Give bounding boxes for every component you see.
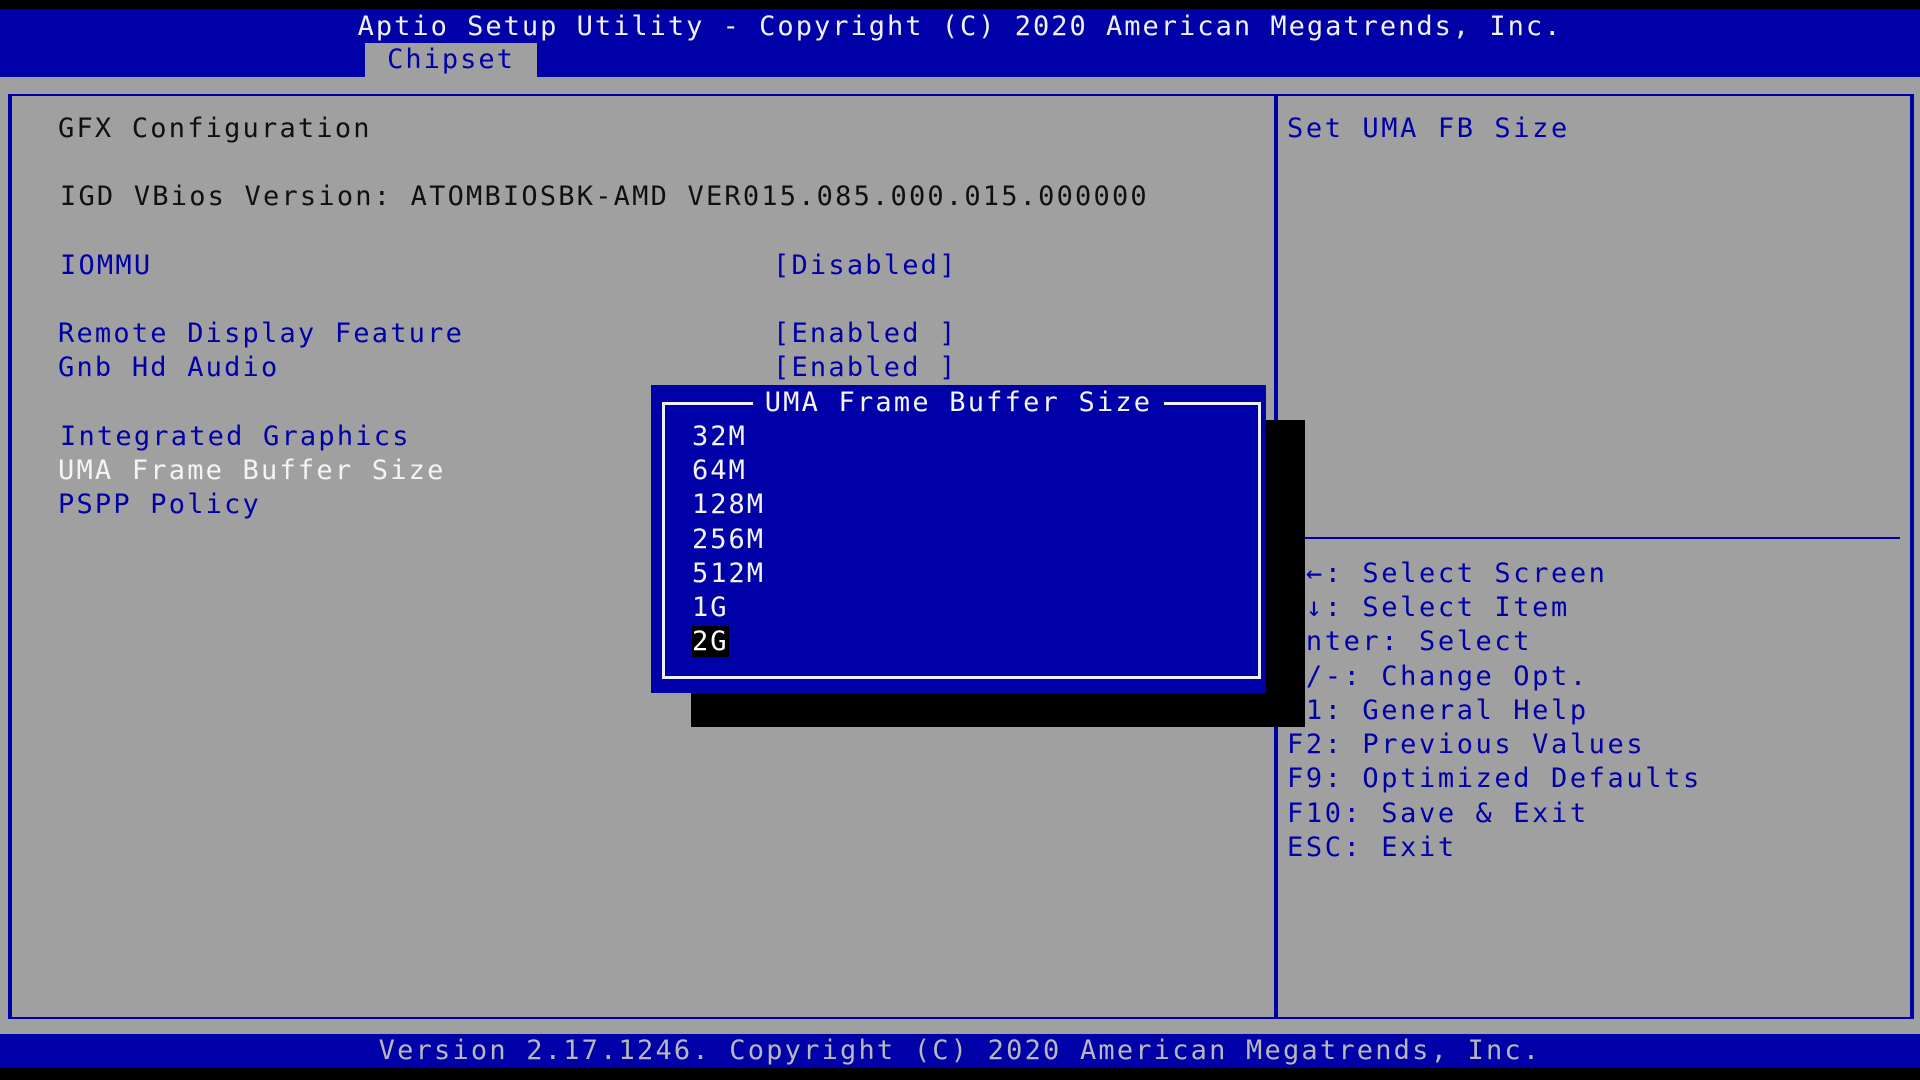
setting-integrated-graphics[interactable]: Integrated Graphics [60,420,411,454]
option-2g-selected[interactable]: 2G [692,625,729,659]
setting-gnb-hd-audio[interactable]: Gnb Hd Audio [58,351,279,385]
help-key-select-item: ↑↓: Select Item [1287,592,1570,623]
vbios-version-info: IGD VBios Version: ATOMBIOSBK-AMD VER015… [60,181,1149,212]
help-key-f10: F10: Save & Exit [1287,798,1589,829]
footer-version: Version 2.17.1246. Copyright (C) 2020 Am… [378,1035,1542,1066]
help-description: Set UMA FB Size [1287,113,1570,144]
help-key-f9: F9: Optimized Defaults [1287,763,1702,794]
help-key-select-screen: →←: Select Screen [1287,558,1608,589]
setting-remote-display-feature-value[interactable]: [Enabled ] [773,317,958,351]
help-key-f1: F1: General Help [1287,695,1589,726]
setting-iommu-value[interactable]: [Disabled] [773,249,958,283]
option-64m[interactable]: 64M [692,454,747,488]
help-key-esc: ESC: Exit [1287,832,1457,863]
option-512m[interactable]: 512M [692,557,765,591]
section-title: GFX Configuration [58,113,372,144]
setting-gnb-hd-audio-value[interactable]: [Enabled ] [773,351,958,385]
option-1g[interactable]: 1G [692,591,729,625]
tab-chipset[interactable]: Chipset [365,43,537,77]
setting-remote-display-feature[interactable]: Remote Display Feature [58,317,464,351]
app-title: Aptio Setup Utility - Copyright (C) 2020… [357,11,1563,42]
help-key-enter: Enter: Select [1287,626,1533,657]
popup-title-wrap: UMA Frame Buffer Size [651,386,1266,420]
option-256m[interactable]: 256M [692,523,765,557]
help-divider [1300,537,1900,539]
option-2g-label: 2G [692,626,729,657]
setting-pspp-policy[interactable]: PSPP Policy [58,488,261,522]
setting-uma-frame-buffer-size[interactable]: UMA Frame Buffer Size [58,454,446,488]
option-32m[interactable]: 32M [692,420,747,454]
help-key-change-opt: +/-: Change Opt. [1287,661,1589,692]
popup-title: UMA Frame Buffer Size [752,387,1165,418]
help-key-f2: F2: Previous Values [1287,729,1646,760]
option-128m[interactable]: 128M [692,488,765,522]
setting-iommu[interactable]: IOMMU [60,249,152,283]
